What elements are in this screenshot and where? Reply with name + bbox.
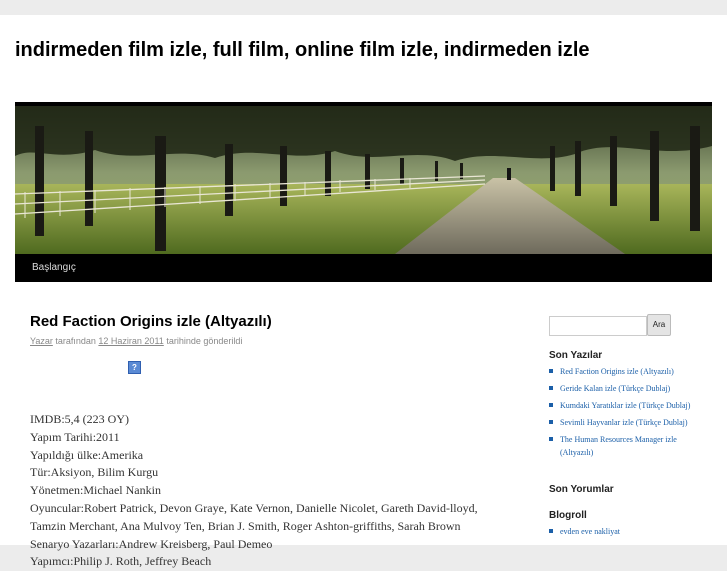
post-meta-posted: tarihinde gönderildi <box>166 336 243 346</box>
blogroll-item[interactable]: evden eve nakliyat <box>549 525 709 538</box>
recent-comments-title: Son Yorumlar <box>549 484 614 495</box>
header-image-art <box>15 106 712 254</box>
recent-post-item[interactable]: Red Faction Origins izle (Altyazılı) <box>549 365 709 378</box>
blogroll-title: Blogroll <box>549 510 587 521</box>
recent-posts-list: Red Faction Origins izle (Altyazılı) Ger… <box>549 365 709 463</box>
post-line-director: Yönetmen:Michael Nankin <box>30 483 161 498</box>
post-meta: Yazar tarafından 12 Haziran 2011 tarihin… <box>30 336 510 346</box>
site-title[interactable]: indirmeden film izle, full film, online … <box>15 37 705 63</box>
search-input[interactable] <box>549 316 647 336</box>
recent-post-item[interactable]: Kumdaki Yaratıklar izle (Türkçe Dublaj) <box>549 399 709 412</box>
post-title[interactable]: Red Faction Origins izle (Altyazılı) <box>30 312 510 332</box>
header-image <box>15 106 712 254</box>
post-line-genre: Tür:Aksiyon, Bilim Kurgu <box>30 465 159 480</box>
recent-post-item[interactable]: Sevimli Hayvanlar izle (Türkçe Dublaj) <box>549 416 709 429</box>
post-line-year: Yapım Tarihi:2011 <box>30 429 120 444</box>
page-wrapper: indirmeden film izle, full film, online … <box>0 15 727 568</box>
post-body: IMDB:5,4 (223 OY) Yapım Tarihi:2011 Yapı… <box>30 411 510 571</box>
post-line-cast: Oyuncular:Robert Patrick, Devon Graye, K… <box>30 500 478 533</box>
post-line-writers: Senaryo Yazarları:Andrew Kreisberg, Paul… <box>30 536 273 551</box>
main-content: Red Faction Origins izle (Altyazılı) Yaz… <box>30 312 510 568</box>
nav-item-home[interactable]: Başlangıç <box>32 262 76 273</box>
recent-posts-title: Son Yazılar <box>549 350 603 361</box>
recent-post-item[interactable]: The Human Resources Manager izle (Altyaz… <box>549 433 709 459</box>
search-button[interactable]: Ara <box>647 314 671 336</box>
post-line-imdb: IMDB:5,4 (223 OY) <box>30 412 129 426</box>
post-line-country: Yapıldığı ülke:Amerika <box>30 447 144 462</box>
post-date-link[interactable]: 12 Haziran 2011 <box>98 336 163 346</box>
post-line-producers: Yapımcı:Philip J. Roth, Jeffrey Beach <box>30 554 212 569</box>
recent-post-item[interactable]: Geride Kalan izle (Türkçe Dublaj) <box>549 382 709 395</box>
post-author-link[interactable]: Yazar <box>30 336 53 346</box>
main-navigation: Başlangıç <box>15 254 712 282</box>
blogroll-list: evden eve nakliyat <box>549 525 709 542</box>
post-meta-by: tarafından <box>55 336 96 346</box>
broken-image-icon: ? <box>128 361 141 374</box>
